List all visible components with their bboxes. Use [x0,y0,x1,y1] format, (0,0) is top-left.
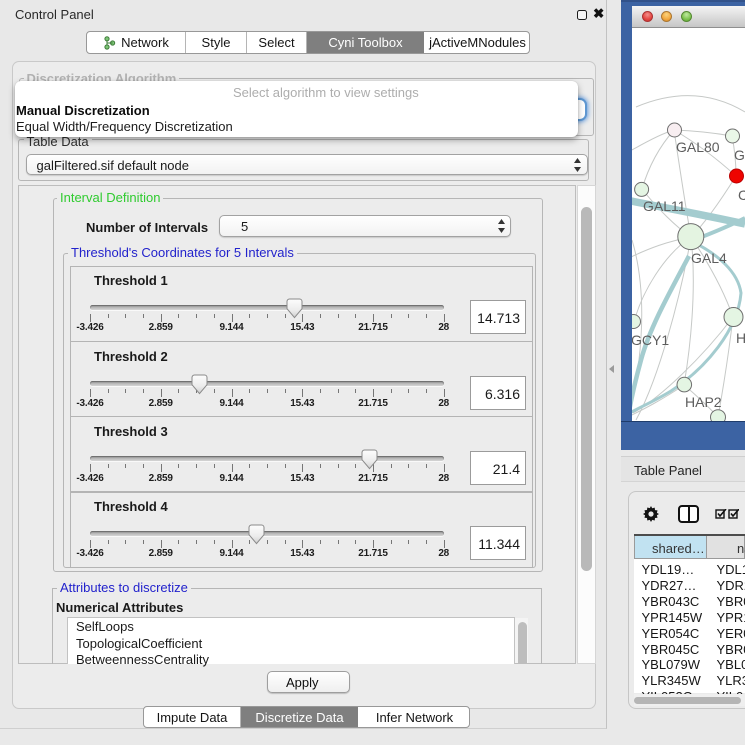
svg-text:GA: GA [734,147,745,163]
svg-text:GAL11: GAL11 [643,198,686,214]
svg-text:GAL80: GAL80 [676,139,720,155]
svg-text:C: C [738,187,745,203]
svg-text:HAP2: HAP2 [685,394,722,410]
svg-text:GCY1: GCY1 [632,332,669,348]
svg-text:GAL4: GAL4 [691,250,727,266]
svg-text:H: H [736,330,745,346]
